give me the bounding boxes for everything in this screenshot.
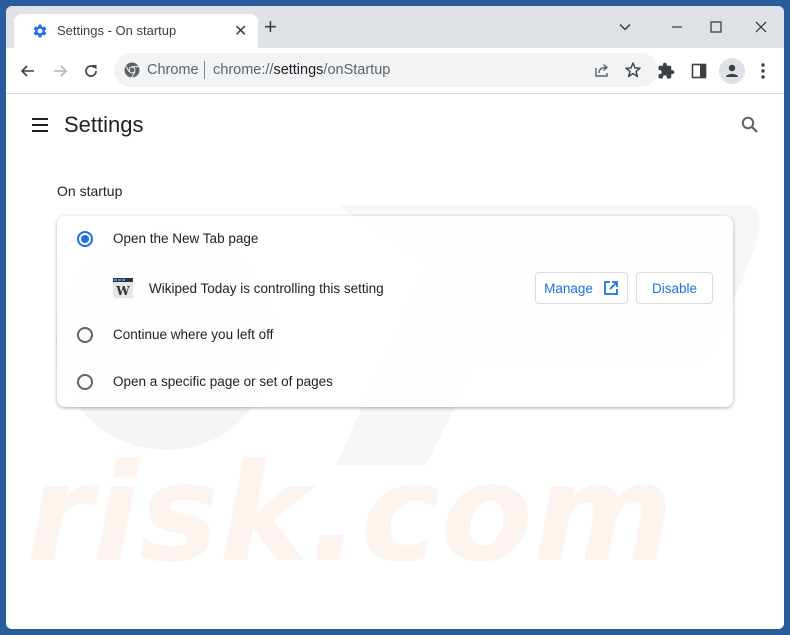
radio-new-tab[interactable] <box>77 231 93 247</box>
radio-continue[interactable] <box>77 327 93 343</box>
arrow-left-icon <box>20 65 34 77</box>
section-title: On startup <box>57 183 123 199</box>
url-path: /onStartup <box>323 62 391 78</box>
url-host: settings <box>273 62 324 78</box>
close-window-button[interactable] <box>747 14 775 40</box>
reload-icon <box>85 65 97 77</box>
address-bar[interactable]: Chrome chrome://settings/onStartup <box>114 53 658 87</box>
maximize-button[interactable] <box>702 14 730 40</box>
origin-label: Chrome <box>147 62 199 78</box>
extensions-button[interactable] <box>655 60 677 82</box>
reload-button[interactable] <box>79 59 103 83</box>
forward-button[interactable] <box>48 59 72 83</box>
external-link-icon <box>603 281 618 295</box>
startup-option-new-tab[interactable]: Open the New Tab page <box>57 216 733 262</box>
radio-specific-pages[interactable] <box>77 374 93 390</box>
share-icon[interactable] <box>593 61 611 79</box>
page-title: Settings <box>64 112 144 137</box>
tab-settings[interactable]: Settings - On startup ✕ <box>14 14 258 48</box>
option-label: Open a specific page or set of pages <box>113 374 333 389</box>
avatar-icon <box>726 64 738 77</box>
profile-button[interactable] <box>719 58 745 84</box>
browser-window: Settings - On startup ✕ + Chrome chrome:… <box>6 6 784 629</box>
startup-options-card: Open the New Tab page W Wikiped Today is… <box>57 216 733 407</box>
more-vert-icon <box>761 63 765 79</box>
maximize-icon <box>710 21 722 33</box>
search-icon[interactable] <box>740 115 760 135</box>
arrow-right-icon <box>54 65 68 77</box>
toolbar: Chrome chrome://settings/onStartup <box>6 48 784 94</box>
option-label: Open the New Tab page <box>113 231 259 246</box>
watermark-text: risk.com <box>26 435 674 592</box>
omnibox-separator <box>204 61 205 79</box>
url-prefix: chrome:// <box>213 62 274 78</box>
settings-page: risk.com Settings On startup Open the Ne… <box>6 95 784 629</box>
manage-button[interactable]: Manage <box>535 272 628 304</box>
title-bar: Settings - On startup ✕ + <box>6 6 784 48</box>
puzzle-icon <box>658 62 675 79</box>
extension-icon: W <box>113 278 133 298</box>
manage-label: Manage <box>544 280 593 296</box>
url-text[interactable]: chrome://settings/onStartup <box>213 62 390 78</box>
gear-icon <box>33 24 47 38</box>
tab-title: Settings - On startup <box>57 23 177 38</box>
star-icon[interactable] <box>624 61 642 79</box>
hamburger-menu-icon[interactable] <box>30 115 50 135</box>
option-label: Continue where you left off <box>113 327 274 342</box>
tab-close-icon[interactable]: ✕ <box>234 21 247 41</box>
svg-text:W: W <box>115 284 130 298</box>
close-icon <box>755 21 767 33</box>
minimize-icon <box>672 26 682 28</box>
side-panel-button[interactable] <box>688 60 710 82</box>
startup-option-specific-pages[interactable]: Open a specific page or set of pages <box>57 359 733 405</box>
back-button[interactable] <box>16 59 40 83</box>
disable-label: Disable <box>651 280 698 296</box>
side-panel-icon <box>691 63 707 79</box>
menu-button[interactable] <box>752 60 774 82</box>
startup-option-continue[interactable]: Continue where you left off <box>57 312 733 358</box>
tab-search-button[interactable] <box>611 14 639 40</box>
minimize-button[interactable] <box>663 14 691 40</box>
new-tab-button[interactable]: + <box>264 16 277 38</box>
disable-button[interactable]: Disable <box>636 272 713 304</box>
chrome-icon <box>124 62 140 78</box>
chevron-down-icon <box>619 23 631 31</box>
extension-controlling-text: Wikiped Today is controlling this settin… <box>149 281 384 296</box>
